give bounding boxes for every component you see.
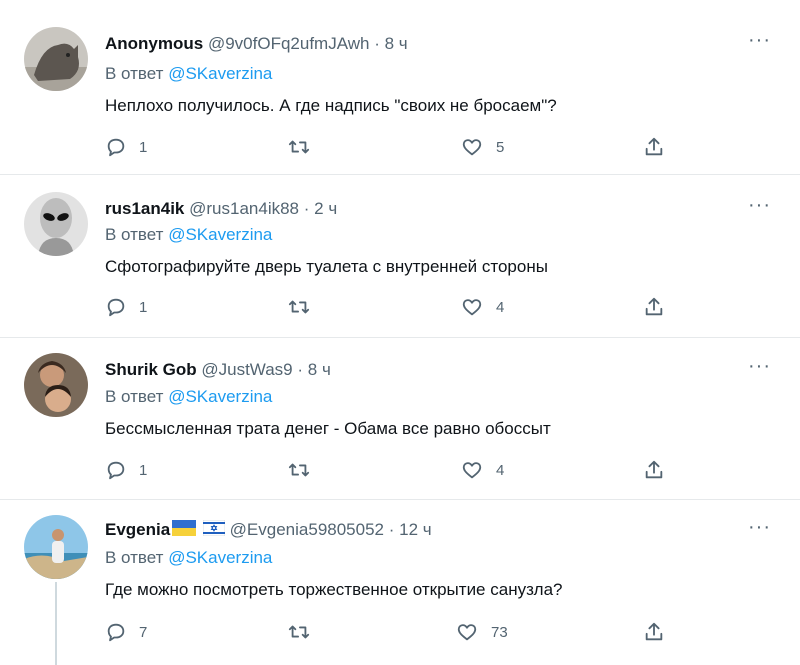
- tweet-text: Где можно посмотреть торжественное откры…: [105, 580, 563, 599]
- reply-prefix: В ответ: [105, 225, 164, 244]
- separator-dot: ·: [388, 520, 395, 539]
- tweet-header: Evgenia @Evgenia59805052 · 12 ч: [105, 519, 432, 542]
- tweet-header: Anonymous @9v0fOFq2ufmJAwh · 8 ч: [105, 33, 408, 55]
- replying-to: В ответ @SKaverzina: [105, 548, 272, 568]
- like-button[interactable]: 4: [460, 295, 504, 319]
- like-count: 4: [496, 461, 505, 479]
- like-button[interactable]: 73: [455, 620, 508, 644]
- mention-link[interactable]: @SKaverzina: [168, 225, 272, 244]
- reply-button[interactable]: 1: [105, 458, 147, 482]
- tweet-text: Сфотографируйте дверь туалета с внутренн…: [105, 257, 548, 276]
- thread-connector-line: [55, 582, 57, 665]
- retweet-button[interactable]: [287, 620, 311, 644]
- display-name[interactable]: Anonymous: [105, 34, 203, 53]
- share-icon: [645, 137, 663, 156]
- separator-dot: ·: [297, 360, 304, 379]
- like-count: 5: [496, 138, 505, 156]
- like-count: 4: [496, 298, 505, 316]
- reply-icon: [107, 461, 125, 480]
- reply-count: 7: [139, 623, 148, 641]
- retweet-button[interactable]: [287, 295, 311, 319]
- more-options-icon[interactable]: ···: [748, 30, 771, 50]
- reply-icon: [107, 623, 125, 642]
- share-icon: [645, 297, 663, 316]
- avatar[interactable]: [24, 27, 88, 91]
- heart-icon: [462, 462, 482, 479]
- reply-prefix: В ответ: [105, 387, 164, 406]
- heart-icon: [462, 299, 482, 316]
- separator-dot: ·: [303, 199, 310, 218]
- timestamp[interactable]: 12 ч: [399, 520, 432, 539]
- avatar[interactable]: [24, 515, 88, 579]
- retweet-icon: [288, 625, 310, 639]
- reply-feed: Anonymous @9v0fOFq2ufmJAwh · 8 ч ··· В о…: [0, 0, 800, 665]
- tweet[interactable]: Shurik Gob @JustWas9 · 8 ч ··· В ответ @…: [0, 338, 800, 500]
- replying-to: В ответ @SKaverzina: [105, 225, 272, 245]
- separator-dot: ·: [374, 34, 380, 53]
- display-name[interactable]: Shurik Gob: [105, 360, 197, 379]
- action-bar: 1 4: [0, 295, 800, 319]
- heart-icon: [457, 624, 477, 641]
- tweet[interactable]: Evgenia @Evgenia59805052 · 12 ч ··· В от…: [0, 500, 800, 665]
- reply-count: 1: [139, 138, 148, 156]
- share-button[interactable]: [643, 295, 665, 319]
- mention-link[interactable]: @SKaverzina: [168, 548, 272, 567]
- retweet-icon: [288, 300, 310, 314]
- reply-button[interactable]: 7: [105, 620, 147, 644]
- reply-icon: [107, 138, 125, 157]
- tweet-header: Shurik Gob @JustWas9 · 8 ч: [105, 359, 331, 381]
- replying-to: В ответ @SKaverzina: [105, 64, 272, 84]
- avatar[interactable]: [24, 353, 88, 417]
- like-count: 73: [491, 623, 508, 641]
- timestamp[interactable]: 2 ч: [314, 199, 337, 218]
- share-button[interactable]: [643, 135, 665, 159]
- avatar[interactable]: [24, 192, 88, 256]
- like-button[interactable]: 4: [460, 458, 504, 482]
- retweet-icon: [288, 463, 310, 477]
- reply-count: 1: [139, 298, 148, 316]
- heart-icon: [462, 139, 482, 156]
- reply-button[interactable]: 1: [105, 295, 147, 319]
- tweet[interactable]: Anonymous @9v0fOFq2ufmJAwh · 8 ч ··· В о…: [0, 0, 800, 175]
- ukraine-flag-icon: [172, 520, 197, 542]
- reply-button[interactable]: 1: [105, 135, 147, 159]
- tweet-header: rus1an4ik @rus1an4ik88 · 2 ч: [105, 198, 337, 220]
- retweet-button[interactable]: [287, 458, 311, 482]
- reply-count: 1: [139, 461, 148, 479]
- user-handle[interactable]: @rus1an4ik88: [189, 199, 299, 218]
- more-options-icon[interactable]: ···: [748, 195, 771, 215]
- share-icon: [645, 460, 663, 479]
- mention-link[interactable]: @SKaverzina: [168, 64, 272, 83]
- action-bar: 7 73: [0, 620, 800, 644]
- user-handle[interactable]: @Evgenia59805052: [230, 520, 384, 539]
- reply-icon: [107, 298, 125, 317]
- retweet-button[interactable]: [287, 135, 311, 159]
- like-button[interactable]: 5: [460, 135, 504, 159]
- replying-to: В ответ @SKaverzina: [105, 387, 272, 407]
- share-button[interactable]: [643, 458, 665, 482]
- reply-prefix: В ответ: [105, 548, 164, 567]
- timestamp[interactable]: 8 ч: [308, 360, 331, 379]
- user-handle[interactable]: @9v0fOFq2ufmJAwh: [208, 34, 370, 53]
- more-options-icon[interactable]: ···: [748, 517, 771, 537]
- action-bar: 1 5: [0, 135, 800, 159]
- display-name[interactable]: Evgenia: [105, 520, 170, 539]
- timestamp[interactable]: 8 ч: [385, 34, 408, 53]
- tweet-text: Неплохо получилось. А где надпись "своих…: [105, 96, 557, 115]
- share-button[interactable]: [643, 620, 665, 644]
- tweet-text: Бессмысленная трата денег - Обама все ра…: [105, 419, 551, 438]
- mention-link[interactable]: @SKaverzina: [168, 387, 272, 406]
- share-icon: [645, 622, 663, 641]
- more-options-icon[interactable]: ···: [748, 356, 771, 376]
- reply-prefix: В ответ: [105, 64, 164, 83]
- user-handle[interactable]: @JustWas9: [201, 360, 292, 379]
- tweet[interactable]: rus1an4ik @rus1an4ik88 · 2 ч ··· В ответ…: [0, 175, 800, 338]
- retweet-icon: [288, 140, 310, 154]
- israel-flag-icon: [202, 519, 226, 542]
- action-bar: 1 4: [0, 458, 800, 482]
- display-name[interactable]: rus1an4ik: [105, 199, 184, 218]
